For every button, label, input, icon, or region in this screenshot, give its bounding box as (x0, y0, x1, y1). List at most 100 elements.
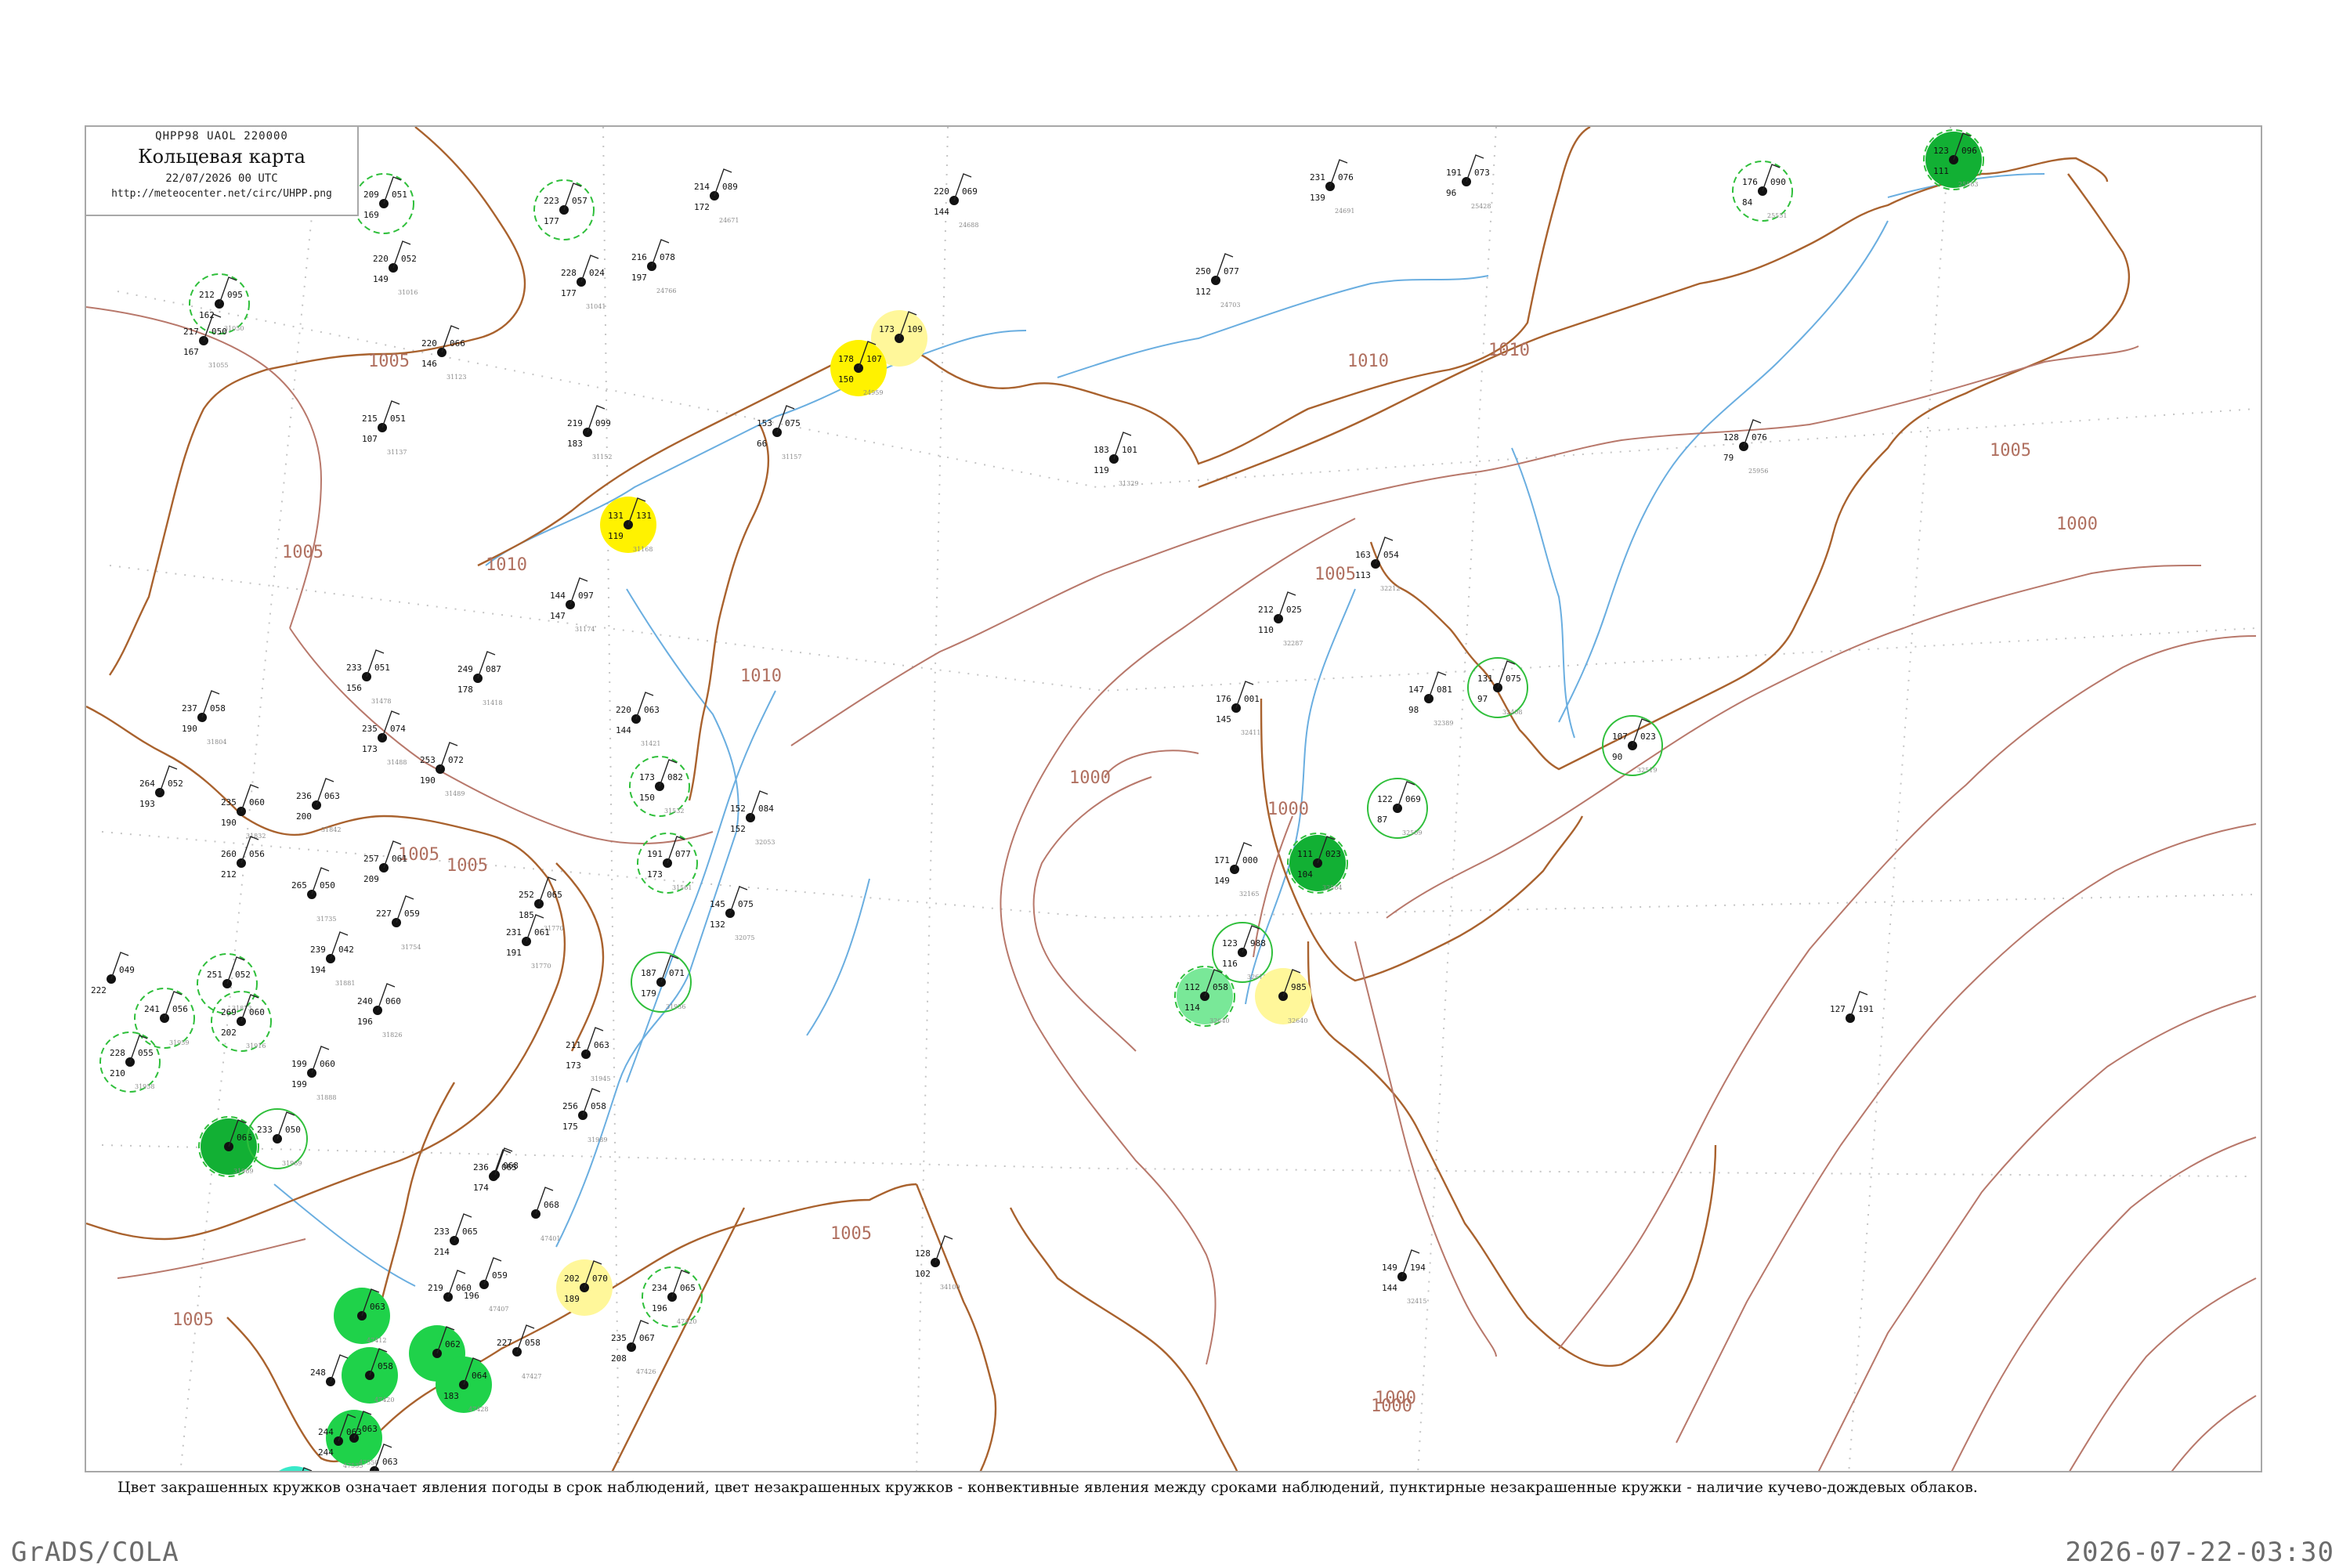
station-index: 32640 (1288, 1017, 1307, 1024)
dew-point: 167 (183, 347, 199, 357)
station-plot: 231 061 191 31770 (506, 914, 551, 970)
dew-point: 119 (1094, 465, 1109, 475)
station-plot: 176 001 145 32411 (1216, 681, 1260, 736)
station-plot: 131 075 97 32408 (1467, 657, 1528, 718)
pressure-value: 077 (675, 849, 691, 859)
pressure-value: 063 (382, 1457, 398, 1467)
isobar-label: 1005 (446, 856, 488, 876)
dew-point: 144 (934, 207, 949, 217)
station-index: 25563 (1958, 181, 1978, 188)
station-index: 47407 (489, 1306, 508, 1313)
dew-point: 193 (139, 799, 155, 809)
weather-map: 1005 1010 1005 1010 1005 1010 1010 1005 … (85, 125, 2262, 1472)
air-temperature: 249 (457, 664, 473, 674)
air-temperature: 228 (110, 1048, 125, 1058)
dew-point: 177 (561, 288, 577, 298)
isobar-labels: 1005 1010 1005 1010 1005 1010 1010 1005 … (172, 341, 2098, 1416)
station-plot: 131 131 119 31168 (600, 497, 656, 553)
station-plot: 252 06518531770 (519, 876, 563, 932)
pressure-value: 054 (1383, 550, 1399, 560)
dew-point: 173 (647, 869, 663, 880)
station-plot: 251 05231873 (197, 953, 258, 1014)
station-plot: 064 183 47428 (436, 1357, 492, 1413)
station-plot: 173 082 150 31532 (629, 756, 690, 817)
station-plot: 123 98811632618 (1212, 922, 1273, 983)
pressure-value: 097 (578, 591, 594, 601)
station-plot: 068 (490, 1147, 519, 1180)
station-plot: 233 051 156 31478 (346, 649, 391, 705)
station-index: 31754 (401, 944, 421, 951)
dew-point: 119 (608, 531, 624, 541)
station-index: 47420 (677, 1318, 696, 1325)
station-index: 32053 (755, 839, 775, 846)
station-plot: 233 065 214 (434, 1213, 478, 1257)
station-plot: 063 47412 (334, 1288, 390, 1344)
station-index: 31735 (316, 916, 336, 923)
dew-point: 196 (464, 1291, 479, 1301)
rivers (273, 173, 2045, 1287)
station-plot: 128 102 34100 (915, 1235, 960, 1291)
dew-point: 178 (457, 685, 473, 695)
dew-point: 90 (1612, 752, 1622, 762)
station-index: 31041 (586, 303, 606, 310)
pressure-value: 052 (235, 970, 251, 980)
station-index: 32509 (1402, 829, 1422, 836)
dew-point: 196 (652, 1303, 667, 1313)
pressure-value: 069 (962, 186, 978, 197)
pressure-value: 060 (249, 1007, 265, 1017)
air-temperature: 131 (1477, 674, 1493, 684)
dew-point: 185 (519, 910, 534, 920)
air-temperature: 212 (199, 290, 215, 300)
isobar-label: 1005 (1990, 441, 2031, 461)
dew-point: 112 (1195, 287, 1211, 297)
isobar-label: 1005 (1314, 565, 1356, 584)
station-index: 32640 (1209, 1017, 1229, 1024)
air-temperature: 212 (1258, 605, 1274, 615)
isobar-label: 1000 (1371, 1396, 1412, 1416)
air-temperature: 220 (421, 338, 437, 349)
pressure-value: 077 (1224, 266, 1239, 276)
dew-point: 145 (1216, 714, 1231, 724)
air-temperature: 131 (608, 511, 624, 521)
air-temperature: 183 (1094, 445, 1109, 455)
dew-point: 183 (567, 439, 583, 449)
dew-point: 144 (616, 725, 631, 735)
air-temperature: 191 (1446, 168, 1462, 178)
air-temperature: 236 (473, 1162, 489, 1172)
pressure-value: 058 (1213, 982, 1228, 992)
station-plot: 07047584 (343, 1471, 400, 1472)
air-temperature: 173 (639, 772, 655, 782)
dew-point: 244 (318, 1447, 334, 1458)
air-temperature: 269 (221, 1007, 237, 1017)
air-temperature: 123 (1222, 938, 1238, 948)
pressure-value: 065 (462, 1227, 478, 1237)
dew-point: 104 (1297, 869, 1313, 880)
station-plot: 237 058 190 31804 (182, 690, 226, 746)
station-index: 31532 (664, 807, 684, 815)
station-index: 31826 (382, 1031, 402, 1039)
pressure-value: 096 (1961, 146, 1977, 156)
pressure-value: 056 (172, 1004, 188, 1014)
pressure-value: 075 (738, 899, 754, 909)
air-temperature: 219 (428, 1283, 443, 1293)
station-index: 47427 (522, 1373, 541, 1380)
station-index: 32564 (1322, 884, 1342, 891)
station-index: 24703 (1220, 302, 1240, 309)
air-temperature: 220 (934, 186, 949, 197)
isobar-label: 1000 (1069, 768, 1111, 788)
station-plot: 107 023 90 32519 (1602, 715, 1663, 776)
dew-point: 190 (420, 775, 436, 786)
software-label: GrADS/COLA (11, 1537, 179, 1568)
pressure-value: 059 (404, 909, 420, 919)
pressure-value: 058 (210, 703, 226, 714)
dew-point: 208 (611, 1353, 627, 1364)
dew-point: 189 (564, 1294, 580, 1304)
station-index: 31969 (282, 1160, 302, 1167)
pressure-value: 024 (589, 268, 605, 278)
pressure-value: 082 (667, 772, 683, 782)
air-temperature: 220 (373, 254, 389, 264)
pressure-value: 063 (324, 791, 340, 801)
station-index: 31489 (445, 790, 465, 797)
air-temperature: 122 (1377, 794, 1393, 804)
station-plot: 220 066 146 31123 (421, 325, 466, 381)
